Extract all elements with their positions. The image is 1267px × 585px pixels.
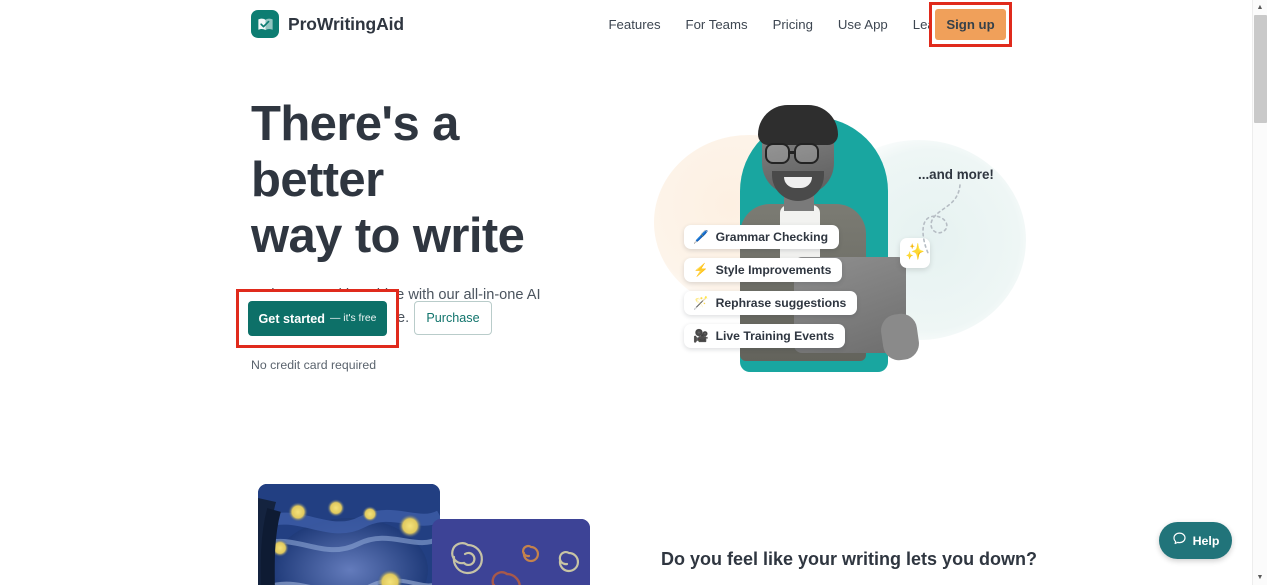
- lightning-icon: ⚡: [693, 262, 709, 277]
- scroll-down-arrow-icon[interactable]: ▼: [1253, 570, 1267, 585]
- section-heading: Do you feel like your writing lets you d…: [661, 549, 1038, 569]
- sign-up-highlight-box: Sign up: [929, 2, 1012, 47]
- magic-wand-icon: 🪄: [693, 295, 709, 310]
- help-widget-label: Help: [1192, 533, 1220, 548]
- open-book-check-icon: [251, 10, 279, 38]
- purchase-button[interactable]: Purchase: [414, 301, 492, 335]
- hero-illustration: ✨ ...and more! 🖊️ Grammar Checking ⚡ Sty…: [636, 95, 1026, 380]
- chat-bubble-icon: [1172, 531, 1187, 551]
- help-widget-button[interactable]: Help: [1159, 522, 1232, 559]
- badge-label: Style Improvements: [715, 263, 832, 277]
- page-title: There's a better way to write: [251, 96, 591, 264]
- badge-grammar-checking: 🖊️ Grammar Checking: [684, 225, 840, 249]
- video-camera-icon: 🎥: [693, 328, 709, 343]
- vertical-scrollbar[interactable]: ▲ ▼: [1252, 0, 1267, 585]
- glasses-left-lens-icon: [765, 143, 790, 164]
- starry-night-image: [258, 484, 440, 585]
- badge-live-training-events: 🎥 Live Training Events: [684, 324, 846, 348]
- nav-item-use-app[interactable]: Use App: [825, 0, 900, 49]
- hero-cta-row: Get started — it's free Purchase: [236, 289, 492, 348]
- sign-up-button[interactable]: Sign up: [935, 9, 1006, 40]
- badge-style-improvements: ⚡ Style Improvements: [684, 258, 843, 282]
- scrollbar-thumb[interactable]: [1254, 15, 1267, 123]
- badge-rephrase-suggestions: 🪄 Rephrase suggestions: [684, 291, 858, 315]
- feature-badge-list: 🖊️ Grammar Checking ⚡ Style Improvements…: [684, 225, 858, 348]
- person-hair: [758, 105, 838, 145]
- nav-item-for-teams[interactable]: For Teams: [673, 0, 760, 49]
- glasses-bridge: [790, 151, 796, 154]
- get-started-button[interactable]: Get started — it's free: [248, 301, 387, 336]
- badge-label: Grammar Checking: [715, 230, 829, 244]
- browser-viewport: ProWritingAid Features For Teams Pricing…: [0, 0, 1267, 585]
- site-header: ProWritingAid Features For Teams Pricing…: [0, 0, 1252, 49]
- dotted-curly-arrow-icon: [922, 184, 961, 254]
- nav-item-pricing[interactable]: Pricing: [760, 0, 825, 49]
- get-started-label: Get started: [258, 311, 326, 326]
- nav-item-features[interactable]: Features: [596, 0, 673, 49]
- badge-label: Rephrase suggestions: [715, 296, 847, 310]
- brand-name: ProWritingAid: [288, 13, 405, 34]
- brand-logo-link[interactable]: ProWritingAid: [251, 10, 404, 38]
- glasses-right-lens-icon: [794, 143, 819, 164]
- pen-icon: 🖊️: [693, 229, 709, 244]
- scroll-up-arrow-icon[interactable]: ▲: [1253, 0, 1267, 15]
- no-credit-card-note: No credit card required: [251, 358, 377, 372]
- badge-label: Live Training Events: [715, 329, 835, 343]
- and-more-annotation: ...and more!: [918, 167, 994, 182]
- blue-doodle-image: [432, 519, 590, 585]
- get-started-suffix: — it's free: [330, 313, 377, 324]
- page-content: ProWritingAid Features For Teams Pricing…: [0, 0, 1252, 585]
- hero-title-line-1: There's a better: [251, 97, 459, 207]
- hero-title-line-2: way to write: [251, 209, 525, 263]
- get-started-highlight-box: Get started — it's free: [236, 289, 399, 348]
